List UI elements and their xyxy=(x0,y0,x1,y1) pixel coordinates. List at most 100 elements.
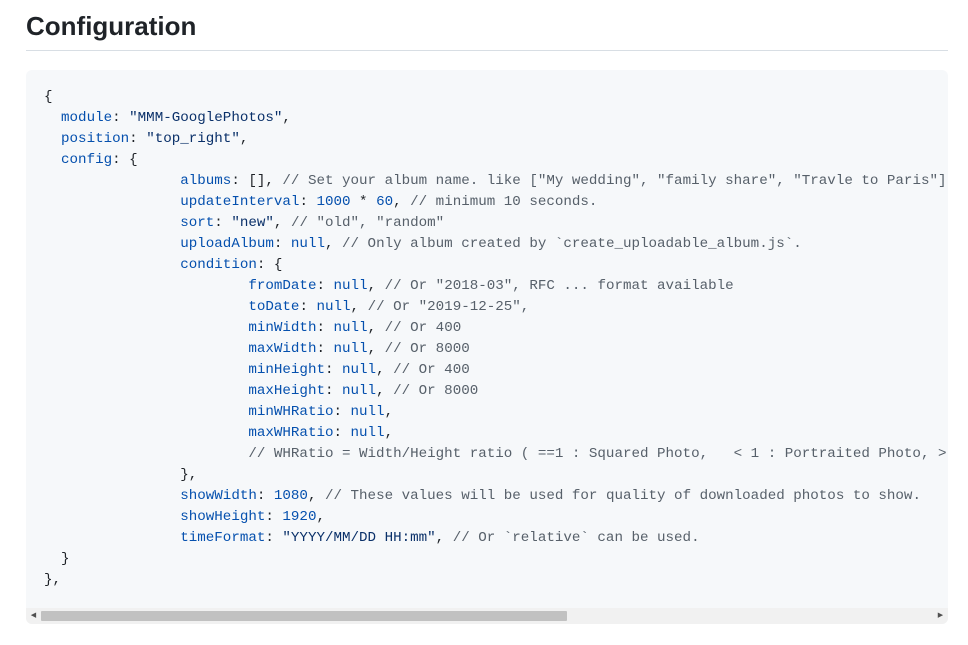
code-number: null xyxy=(316,299,351,315)
code-punctuation: , xyxy=(384,404,394,420)
code-line: fromDate: null, // Or "2018-03", RFC ...… xyxy=(44,276,948,297)
code-block: { module: "MMM-GooglePhotos", position: … xyxy=(26,70,948,624)
code-punctuation: : xyxy=(129,131,147,147)
code-punctuation xyxy=(44,320,248,336)
code-punctuation: , xyxy=(239,131,249,147)
code-punctuation xyxy=(44,131,61,147)
scrollbar-thumb[interactable] xyxy=(41,611,567,621)
code-punctuation xyxy=(44,509,180,525)
code-key: updateInterval xyxy=(180,194,300,210)
code-line: toDate: null, // Or "2019-12-25", xyxy=(44,297,948,318)
code-number: null xyxy=(333,320,368,336)
code-comment: // These values will be used for quality… xyxy=(324,488,921,504)
code-punctuation: , xyxy=(376,383,394,399)
code-punctuation: { xyxy=(44,89,53,105)
code-line: updateInterval: 1000 * 60, // minimum 10… xyxy=(44,192,948,213)
code-punctuation: : xyxy=(265,509,283,525)
code-key: position xyxy=(61,131,130,147)
code-number: 1920 xyxy=(282,509,317,525)
code-number: null xyxy=(342,362,377,378)
code-punctuation: : xyxy=(214,215,232,231)
scroll-right-arrow-icon[interactable]: ▶ xyxy=(933,608,948,624)
code-punctuation xyxy=(44,341,248,357)
code-punctuation: : xyxy=(299,194,317,210)
code-key: maxHeight xyxy=(248,383,325,399)
code-key: toDate xyxy=(248,299,300,315)
code-line: module: "MMM-GooglePhotos", xyxy=(44,108,948,129)
code-line: } xyxy=(44,549,948,570)
code-line: position: "top_right", xyxy=(44,129,948,150)
code-comment: // Or `relative` can be used. xyxy=(452,530,700,546)
code-key: sort xyxy=(180,215,215,231)
code-punctuation xyxy=(44,152,61,168)
code-viewport[interactable]: { module: "MMM-GooglePhotos", position: … xyxy=(26,70,948,608)
code-comment: // Or 8000 xyxy=(384,341,470,357)
code-comment: // Only album created by `create_uploada… xyxy=(342,236,802,252)
code-number: null xyxy=(290,236,325,252)
code-comment: // WHRatio = Width/Height ratio ( ==1 : … xyxy=(248,446,947,462)
code-line: maxWHRatio: null, xyxy=(44,423,948,444)
code-comment: // Set your album name. like ["My weddin… xyxy=(282,173,947,189)
code-text: { module: "MMM-GooglePhotos", position: … xyxy=(26,70,948,591)
code-line: maxWidth: null, // Or 8000 xyxy=(44,339,948,360)
code-key: config xyxy=(61,152,113,168)
code-line: timeFormat: "YYYY/MM/DD HH:mm", // Or `r… xyxy=(44,528,948,549)
code-line: }, xyxy=(44,570,948,591)
code-line: minHeight: null, // Or 400 xyxy=(44,360,948,381)
code-comment: // minimum 10 seconds. xyxy=(410,194,598,210)
code-line: condition: { xyxy=(44,255,948,276)
code-punctuation: : xyxy=(333,425,351,441)
code-punctuation: * xyxy=(350,194,377,210)
code-key: condition xyxy=(180,257,257,273)
code-punctuation xyxy=(44,278,248,294)
code-punctuation xyxy=(44,383,248,399)
code-punctuation xyxy=(44,299,248,315)
scroll-left-arrow-icon[interactable]: ◀ xyxy=(26,608,41,624)
code-line: showWidth: 1080, // These values will be… xyxy=(44,486,948,507)
code-key: minWidth xyxy=(248,320,317,336)
code-number: 1000 xyxy=(316,194,351,210)
code-punctuation xyxy=(44,425,248,441)
code-line: showHeight: 1920, xyxy=(44,507,948,528)
code-string: "new" xyxy=(231,215,274,231)
code-punctuation xyxy=(44,173,180,189)
code-comment: // Or "2019-12-25", xyxy=(367,299,530,315)
code-punctuation: , xyxy=(282,110,291,126)
code-key: timeFormat xyxy=(180,530,266,546)
code-punctuation: : xyxy=(265,530,283,546)
code-punctuation: , xyxy=(316,509,325,525)
code-key: showHeight xyxy=(180,509,266,525)
code-punctuation xyxy=(44,362,248,378)
code-punctuation: : xyxy=(256,488,274,504)
code-comment: // Or "2018-03", RFC ... format availabl… xyxy=(384,278,734,294)
code-key: showWidth xyxy=(180,488,257,504)
code-comment: // Or 8000 xyxy=(393,383,479,399)
code-punctuation: : xyxy=(316,320,334,336)
code-punctuation: : { xyxy=(112,152,138,168)
code-key: module xyxy=(61,110,113,126)
code-key: minHeight xyxy=(248,362,325,378)
code-punctuation: , xyxy=(384,425,394,441)
horizontal-scrollbar[interactable]: ◀ ▶ xyxy=(26,608,948,624)
code-punctuation xyxy=(44,446,248,462)
code-punctuation: : xyxy=(316,278,334,294)
code-punctuation xyxy=(44,236,180,252)
code-key: albums xyxy=(180,173,232,189)
code-punctuation: , xyxy=(393,194,411,210)
code-punctuation xyxy=(44,194,180,210)
code-punctuation: , xyxy=(273,215,291,231)
code-number: 1080 xyxy=(273,488,308,504)
code-line: // WHRatio = Width/Height ratio ( ==1 : … xyxy=(44,444,948,465)
code-punctuation: }, xyxy=(44,467,198,483)
code-line: maxHeight: null, // Or 8000 xyxy=(44,381,948,402)
code-line: uploadAlbum: null, // Only album created… xyxy=(44,234,948,255)
page-title: Configuration xyxy=(26,11,197,41)
code-punctuation: , xyxy=(435,530,453,546)
code-line: { xyxy=(44,87,948,108)
code-string: "top_right" xyxy=(146,131,240,147)
code-number: null xyxy=(342,383,377,399)
code-punctuation xyxy=(44,215,180,231)
code-punctuation: }, xyxy=(44,572,62,588)
code-punctuation xyxy=(44,488,180,504)
code-line: config: { xyxy=(44,150,948,171)
